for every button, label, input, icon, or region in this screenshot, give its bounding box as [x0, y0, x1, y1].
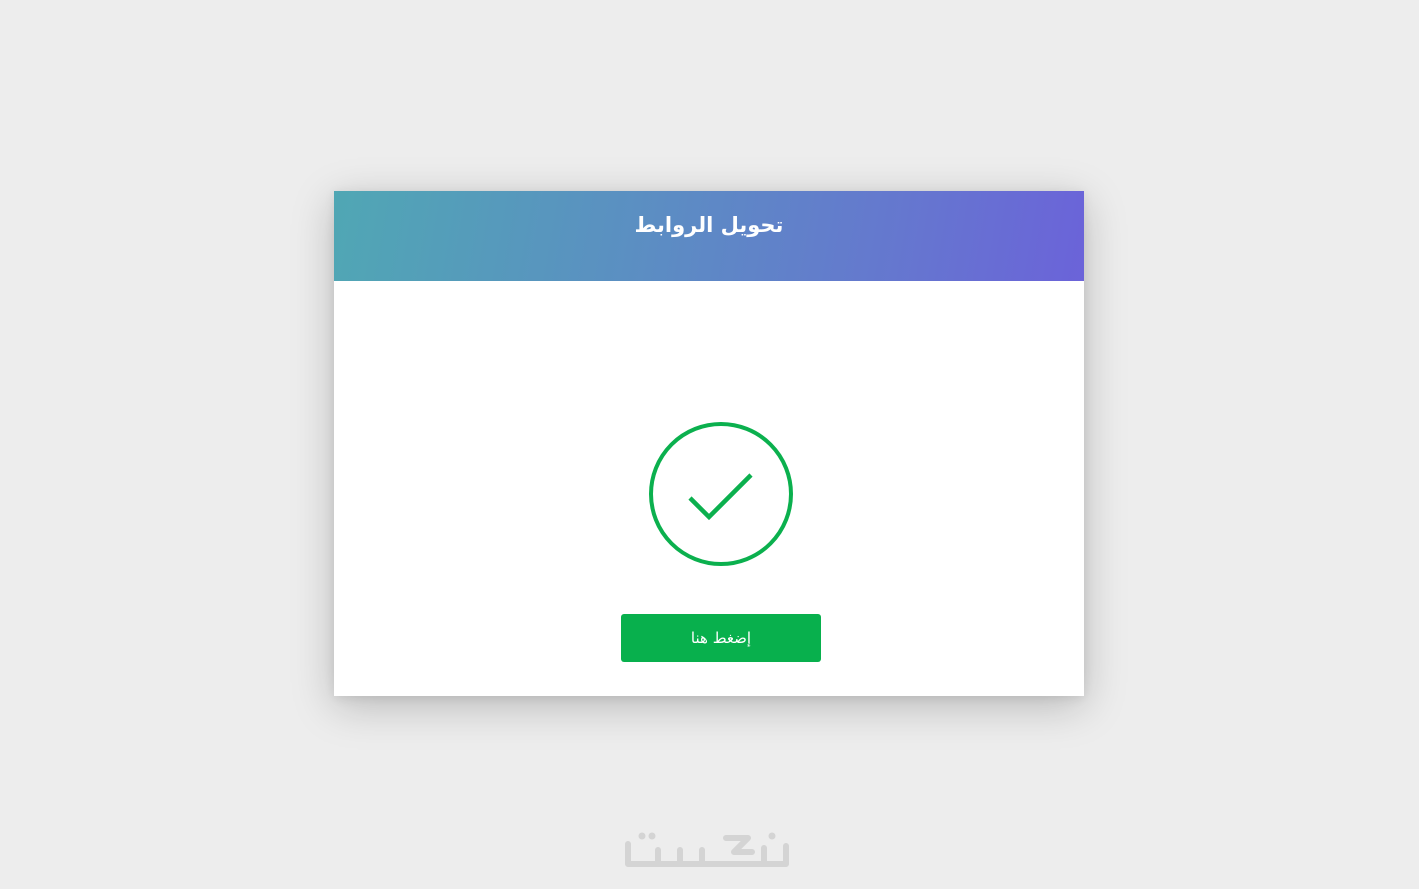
- card-title: تحويل الروابط: [634, 213, 784, 237]
- check-circle-icon: [649, 422, 793, 566]
- khamsat-logo: [625, 832, 789, 867]
- card-header: تحويل الروابط: [334, 191, 1084, 281]
- click-here-button[interactable]: إضغط هنا: [621, 614, 821, 662]
- card-body: إضغط هنا: [334, 281, 1084, 696]
- page: تحويل الروابط إضغط هنا: [0, 0, 1419, 889]
- redirect-card: تحويل الروابط إضغط هنا: [334, 191, 1084, 696]
